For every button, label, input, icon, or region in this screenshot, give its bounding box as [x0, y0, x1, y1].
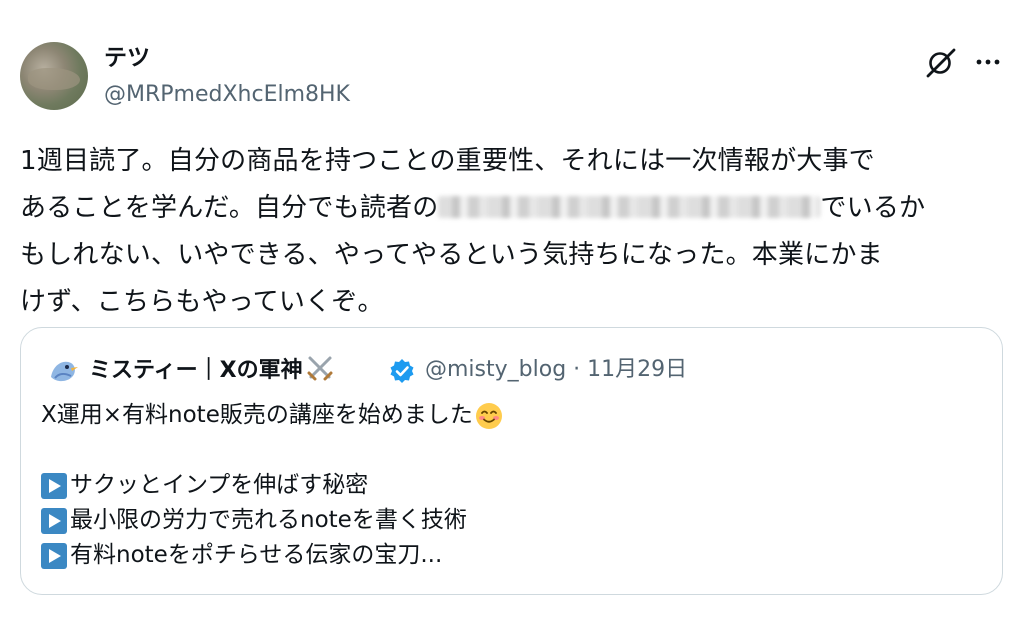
crossed-swords-icon [307, 356, 333, 381]
quoted-author-handle[interactable]: @misty_blog [425, 357, 566, 382]
meta-separator: · [573, 357, 581, 382]
grok-button[interactable] [922, 46, 960, 78]
bullet-text: 最小限の労力で売れるnoteを書く技術 [70, 507, 467, 533]
author-handle[interactable]: @MRPmedXhcElm8HK [104, 81, 350, 109]
smiling-face-icon [475, 402, 502, 429]
more-options-button[interactable] [970, 46, 1006, 78]
quoted-text-line-1-text: X運用×有料note販売の講座を始めました [41, 402, 473, 428]
tweet-line-2-end: でいるか [820, 193, 926, 223]
author-avatar[interactable] [20, 42, 88, 110]
quoted-author-name[interactable]: ミスティー｜Xの軍神 [89, 355, 335, 386]
quoted-tweet-date[interactable]: 11月29日 [587, 357, 687, 382]
tweet-line-3: もしれない、いやできる、やってやるという気持ちになった。本業にかま [20, 240, 883, 270]
more-dots-icon [976, 59, 1000, 65]
bullet-text: 有料noteをポチらせる伝家の宝刀... [70, 542, 443, 568]
blurred-text [438, 196, 821, 218]
quoted-author-meta: @misty_blog · 11月29日 [425, 355, 687, 385]
author-display-name[interactable]: テツ [104, 44, 150, 72]
play-button-icon [41, 507, 67, 534]
tweet-line-1: 1週目読了。自分の商品を持つことの重要性、それには一次情報が大事で [20, 146, 875, 176]
quoted-tweet-text: X運用×有料note販売の講座を始めました サクッとインプを伸ばす秘密 最小限の… [41, 398, 981, 573]
tweet-line-4: けず、こちらもやっていくぞ。 [20, 287, 384, 317]
bullet-item: サクッとインプを伸ばす秘密 [41, 468, 981, 503]
play-button-icon [41, 542, 67, 569]
play-button-icon [41, 472, 67, 499]
tweet-line-2-start: あることを学んだ。自分でも読者の [20, 193, 439, 223]
bullet-item: 有料noteをポチらせる伝家の宝刀... [41, 538, 981, 573]
verified-badge-icon [390, 359, 414, 383]
tweet-line-2: あることを学んだ。自分でも読者の でいるか [20, 185, 1010, 232]
tweet-text: 1週目読了。自分の商品を持つことの重要性、それには一次情報が大事で あることを学… [20, 138, 1010, 326]
quoted-author-avatar-icon[interactable] [45, 353, 81, 389]
bullet-text: サクッとインプを伸ばす秘密 [70, 472, 369, 498]
grok-icon [926, 48, 956, 78]
bullet-item: 最小限の労力で売れるnoteを書く技術 [41, 503, 981, 538]
quoted-text-line-1: X運用×有料note販売の講座を始めました [41, 398, 981, 433]
quoted-tweet-card[interactable]: ミスティー｜Xの軍神 @misty_blog · 11月29日 X運用×有料no… [20, 327, 1003, 595]
quoted-author-name-text: ミスティー｜Xの軍神 [89, 358, 303, 383]
